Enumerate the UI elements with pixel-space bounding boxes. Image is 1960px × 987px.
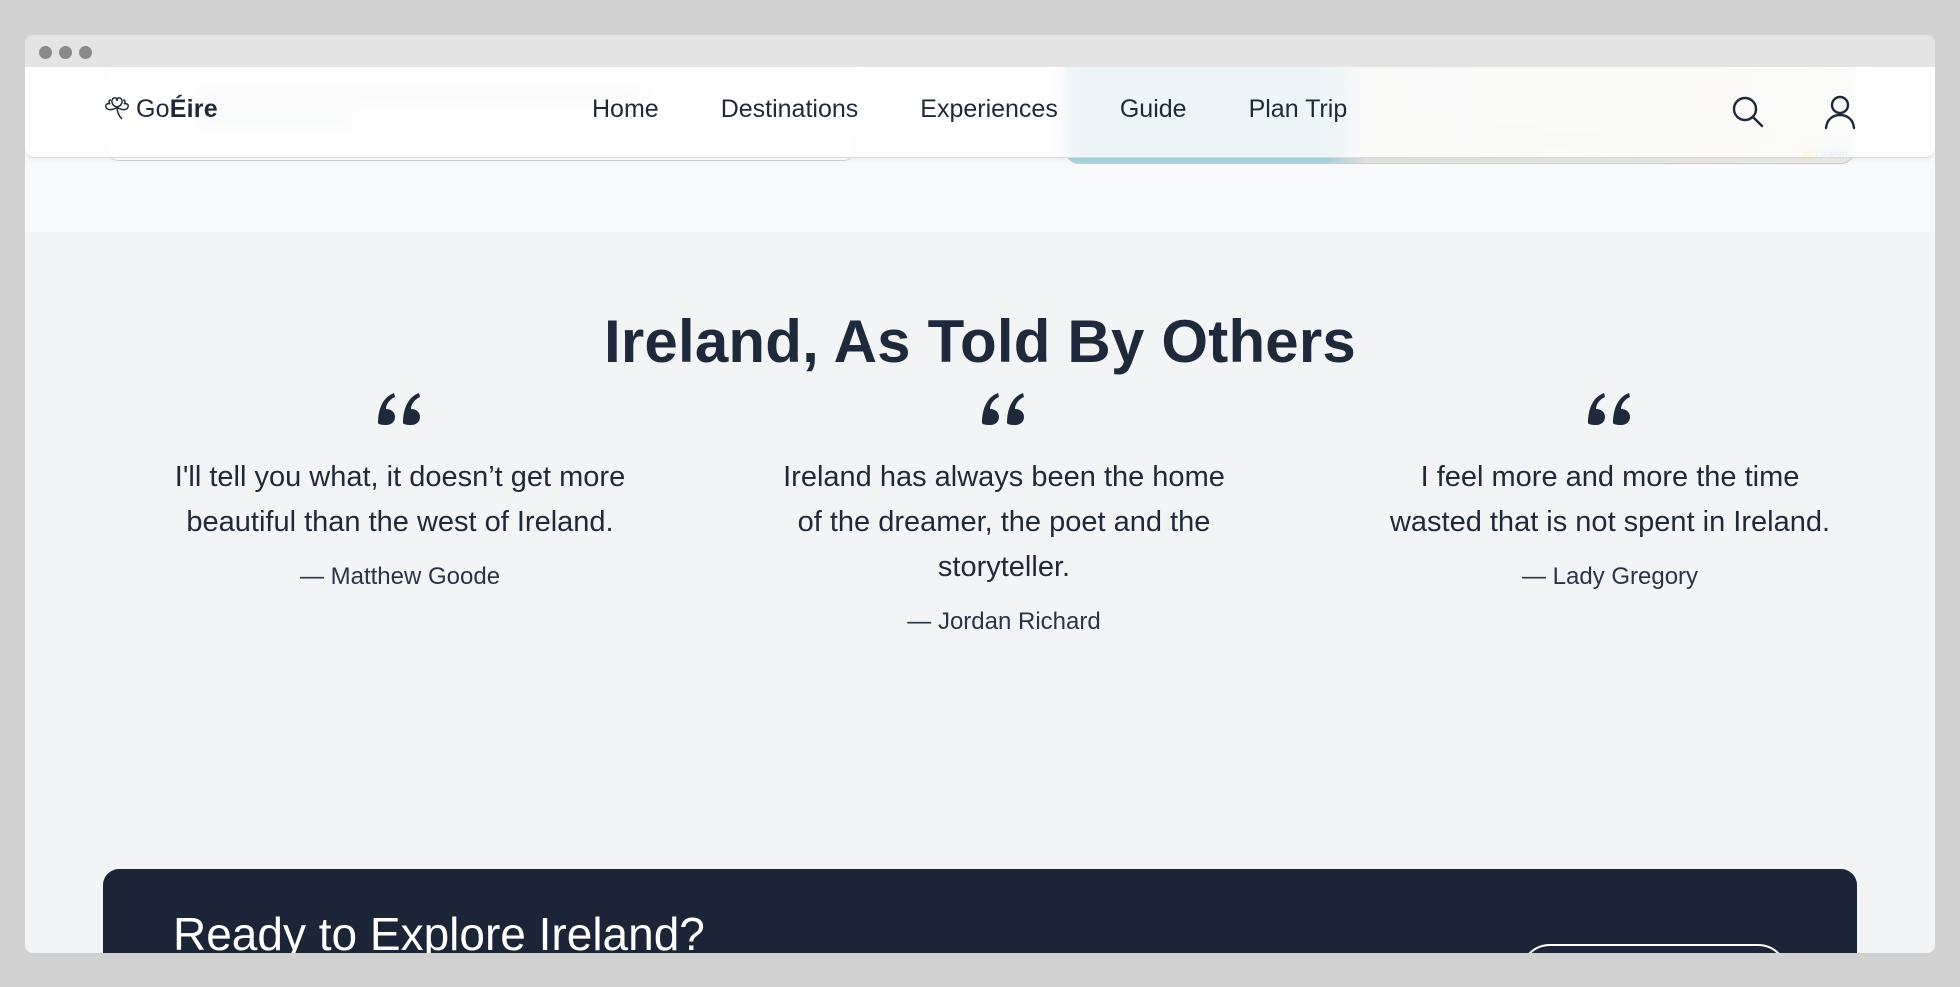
- site-header: GoÉire Home Destinations Experiences Gui…: [25, 67, 1935, 158]
- testimonial-card: I feel more and more the time wasted tha…: [1360, 387, 1860, 591]
- window-control-dot[interactable]: [59, 46, 72, 59]
- testimonial-author: — Jordan Richard: [907, 608, 1101, 635]
- cta-button[interactable]: [1520, 944, 1788, 953]
- page-viewport: Leaflet GoÉire Home Destinations Experie…: [25, 67, 1935, 953]
- quote-icon: [378, 393, 420, 425]
- nav-link-destinations[interactable]: Destinations: [721, 95, 859, 124]
- testimonial-quote: I'll tell you what, it doesn’t get more …: [174, 461, 626, 538]
- main-nav: Home Destinations Experiences Guide Plan…: [592, 95, 1409, 124]
- testimonial-author: — Matthew Goode: [299, 563, 501, 590]
- quote-icon: [1588, 393, 1630, 425]
- testimonial-quote: I feel more and more the time wasted tha…: [1389, 461, 1831, 538]
- window-titlebar: [25, 35, 1935, 67]
- cta-title: Ready to Explore Ireland?: [173, 908, 705, 953]
- quote-icon: [982, 393, 1024, 425]
- search-button[interactable]: [1729, 93, 1767, 131]
- testimonial-quote: Ireland has always been the home of the …: [783, 461, 1225, 583]
- cta-banner: Ready to Explore Ireland?: [103, 869, 1857, 953]
- user-icon: [1824, 95, 1856, 130]
- nav-link-plan-trip[interactable]: Plan Trip: [1249, 95, 1348, 124]
- nav-link-home[interactable]: Home: [592, 95, 659, 124]
- brand-name: GoÉire: [136, 94, 218, 123]
- window-control-dot[interactable]: [79, 46, 92, 59]
- browser-window: Leaflet GoÉire Home Destinations Experie…: [25, 35, 1935, 953]
- nav-link-guide[interactable]: Guide: [1120, 95, 1187, 124]
- nav-link-experiences[interactable]: Experiences: [920, 95, 1058, 124]
- testimonial-card: Ireland has always been the home of the …: [754, 387, 1254, 636]
- testimonial-card: I'll tell you what, it doesn’t get more …: [150, 387, 650, 591]
- testimonials-title: Ireland, As Told By Others: [603, 308, 1356, 375]
- testimonial-author: — Lady Gregory: [1521, 563, 1699, 590]
- shamrock-icon: [105, 97, 129, 120]
- window-control-dot[interactable]: [39, 46, 52, 59]
- search-icon: [1732, 96, 1764, 128]
- account-button[interactable]: [1821, 93, 1859, 131]
- brand-logo[interactable]: GoÉire: [102, 94, 218, 124]
